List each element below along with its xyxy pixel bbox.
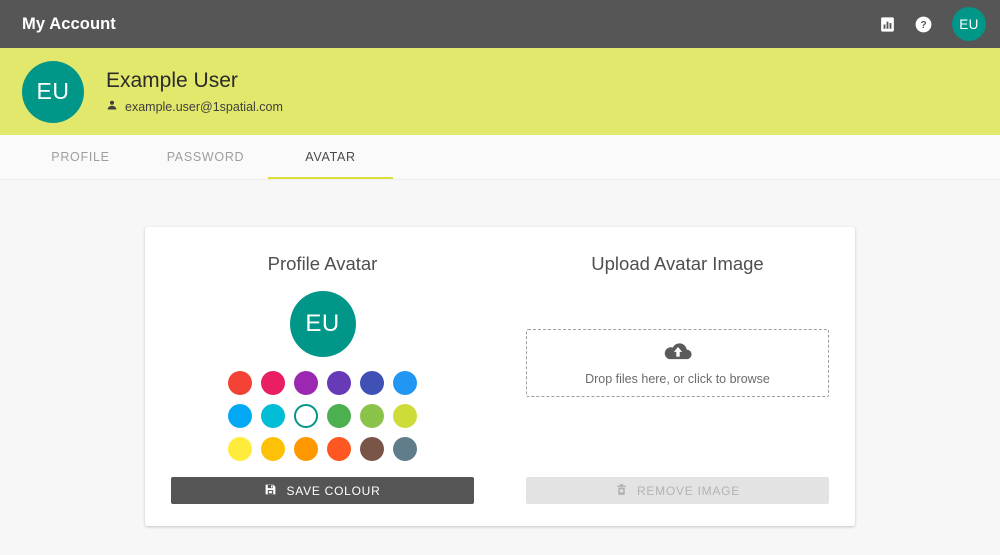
avatar-preview: EU <box>289 291 356 357</box>
swatch-cell <box>257 371 290 395</box>
save-colour-label: SAVE COLOUR <box>286 483 381 498</box>
profile-avatar-title: Profile Avatar <box>267 253 378 274</box>
avatar[interactable]: EU <box>952 7 986 41</box>
swatch-cell <box>224 404 257 428</box>
tab-password[interactable]: PASSWORD <box>143 135 268 179</box>
dropzone-label: Drop files here, or click to browse <box>585 371 770 386</box>
swatch-cell <box>356 371 389 395</box>
colour-swatch-14[interactable] <box>294 437 318 461</box>
tab-bar: PROFILE PASSWORD AVATAR <box>0 135 1000 180</box>
colour-swatch-8[interactable] <box>294 404 318 428</box>
colour-swatch-16[interactable] <box>360 437 384 461</box>
remove-image-label: REMOVE IMAGE <box>636 483 740 498</box>
page-title: My Account <box>22 14 116 33</box>
colour-swatch-12[interactable] <box>228 437 252 461</box>
swatch-cell <box>290 437 323 461</box>
user-email: example.user@1spatial.com <box>125 99 283 114</box>
colour-swatch-2[interactable] <box>294 371 318 395</box>
swatch-cell <box>356 437 389 461</box>
colour-swatch-1[interactable] <box>261 371 285 395</box>
swatch-cell <box>389 404 422 428</box>
colour-swatch-9[interactable] <box>327 404 351 428</box>
colour-swatch-17[interactable] <box>393 437 417 461</box>
colour-swatch-4[interactable] <box>360 371 384 395</box>
user-banner: EU Example User example.user@1spatial.co… <box>0 48 1000 135</box>
colour-swatch-10[interactable] <box>360 404 384 428</box>
colour-swatch-5[interactable] <box>393 371 417 395</box>
swatch-cell <box>356 404 389 428</box>
save-icon <box>264 483 277 499</box>
avatar-card: Profile Avatar EU SAVE COLOUR Upload Ava… <box>145 227 855 526</box>
swatch-cell <box>290 404 323 428</box>
profile-avatar-panel: Profile Avatar EU SAVE COLOUR <box>145 253 500 504</box>
colour-swatch-6[interactable] <box>228 404 252 428</box>
app-bar: My Account ? EU <box>0 0 1000 48</box>
colour-swatch-grid <box>224 371 422 461</box>
colour-swatch-7[interactable] <box>261 404 285 428</box>
help-icon[interactable]: ? <box>912 13 934 35</box>
app-bar-actions: ? EU <box>876 7 986 41</box>
swatch-cell <box>389 371 422 395</box>
swatch-cell <box>224 437 257 461</box>
swatch-cell <box>224 371 257 395</box>
swatch-cell <box>290 371 323 395</box>
swatch-cell <box>389 437 422 461</box>
colour-swatch-3[interactable] <box>327 371 351 395</box>
banner-text: Example User example.user@1spatial.com <box>106 69 283 114</box>
cloud-upload-icon <box>663 341 693 368</box>
swatch-cell <box>257 437 290 461</box>
swatch-cell <box>323 404 356 428</box>
colour-swatch-11[interactable] <box>393 404 417 428</box>
save-colour-button[interactable]: SAVE COLOUR <box>171 477 474 504</box>
tab-avatar[interactable]: AVATAR <box>268 135 393 179</box>
upload-avatar-title: Upload Avatar Image <box>591 253 764 274</box>
swatch-cell <box>323 371 356 395</box>
colour-swatch-13[interactable] <box>261 437 285 461</box>
upload-avatar-panel: Upload Avatar Image Drop files here, or … <box>500 253 855 504</box>
upload-panel-inner: Drop files here, or click to browse REMO… <box>526 291 829 504</box>
swatch-cell <box>257 404 290 428</box>
colour-swatch-15[interactable] <box>327 437 351 461</box>
main-content: Profile Avatar EU SAVE COLOUR Upload Ava… <box>0 180 1000 555</box>
user-email-row: example.user@1spatial.com <box>106 99 283 114</box>
remove-image-button[interactable]: REMOVE IMAGE <box>526 477 829 504</box>
tab-profile[interactable]: PROFILE <box>18 135 143 179</box>
chart-icon[interactable] <box>876 13 898 35</box>
colour-swatch-0[interactable] <box>228 371 252 395</box>
file-dropzone[interactable]: Drop files here, or click to browse <box>526 329 829 397</box>
person-icon <box>106 99 118 114</box>
svg-text:?: ? <box>920 20 926 31</box>
banner-avatar: EU <box>22 60 84 123</box>
user-name: Example User <box>106 68 238 92</box>
swatch-cell <box>323 437 356 461</box>
trash-icon <box>615 483 628 499</box>
